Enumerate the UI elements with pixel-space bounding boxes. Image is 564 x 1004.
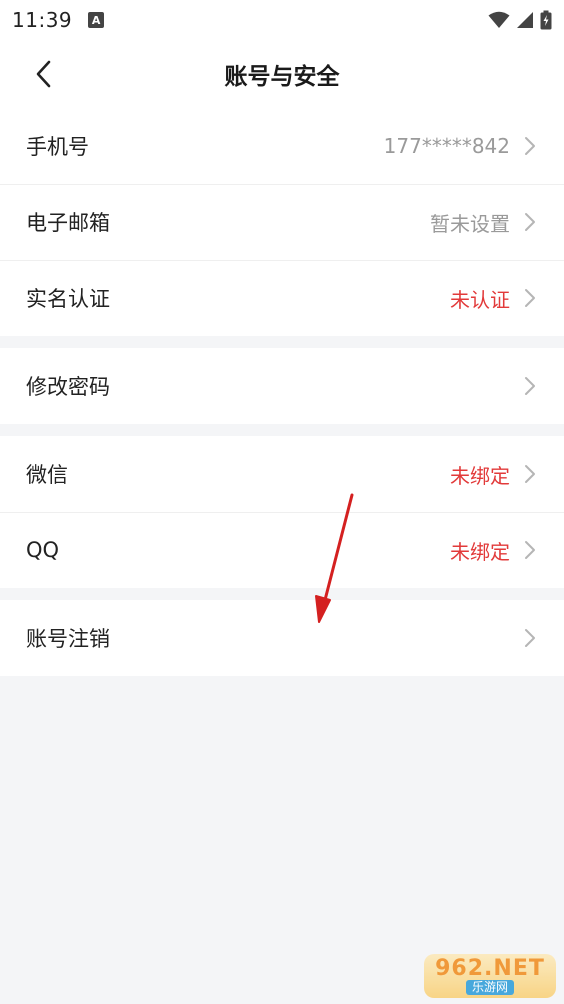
row-label: QQ: [26, 538, 60, 562]
account-info-group: 手机号 177*****842 电子邮箱 暂未设置 实名认证 未认证: [0, 108, 564, 336]
status-time: 11:39: [12, 8, 73, 32]
row-label: 微信: [26, 463, 68, 487]
wechat-binding-status: 未绑定: [450, 463, 510, 488]
phone-value: 177*****842: [383, 134, 510, 158]
verification-status: 未认证: [450, 287, 510, 312]
back-button[interactable]: [24, 54, 64, 94]
row-phone[interactable]: 手机号 177*****842: [0, 108, 564, 184]
chevron-right-icon: [525, 541, 535, 559]
chevron-right-icon: [525, 377, 535, 395]
chevron-right-icon: [525, 289, 535, 307]
row-label: 实名认证: [26, 287, 110, 311]
navigation-bar: 账号与安全: [0, 40, 564, 108]
binding-group: 微信 未绑定 QQ 未绑定: [0, 436, 564, 588]
row-change-password[interactable]: 修改密码: [0, 348, 564, 424]
row-account-cancellation[interactable]: 账号注销: [0, 600, 564, 676]
account-cancel-group: 账号注销: [0, 600, 564, 676]
wifi-icon: [488, 11, 510, 28]
row-label: 电子邮箱: [26, 211, 110, 235]
watermark-logo: 962.NET 乐游网: [424, 954, 556, 998]
chevron-right-icon: [525, 465, 535, 483]
watermark-top: 962.NET: [435, 955, 545, 981]
watermark-bottom: 乐游网: [465, 979, 514, 995]
chevron-right-icon: [525, 213, 535, 231]
page-title: 账号与安全: [224, 64, 340, 90]
email-value: 暂未设置: [430, 211, 510, 236]
battery-icon: [540, 10, 552, 30]
row-label: 修改密码: [26, 375, 110, 399]
chevron-right-icon: [525, 629, 535, 647]
notification-icon: A: [88, 12, 105, 28]
row-wechat[interactable]: 微信 未绑定: [0, 436, 564, 512]
row-real-name-verification[interactable]: 实名认证 未认证: [0, 260, 564, 336]
status-bar: 11:39 A: [0, 0, 564, 40]
row-qq[interactable]: QQ 未绑定: [0, 512, 564, 588]
chevron-left-icon: [36, 60, 51, 88]
qq-binding-status: 未绑定: [450, 539, 510, 564]
row-label: 手机号: [26, 135, 89, 159]
signal-icon: [517, 12, 533, 28]
chevron-right-icon: [525, 137, 535, 155]
row-label: 账号注销: [26, 627, 110, 651]
row-email[interactable]: 电子邮箱 暂未设置: [0, 184, 564, 260]
password-group: 修改密码: [0, 348, 564, 424]
